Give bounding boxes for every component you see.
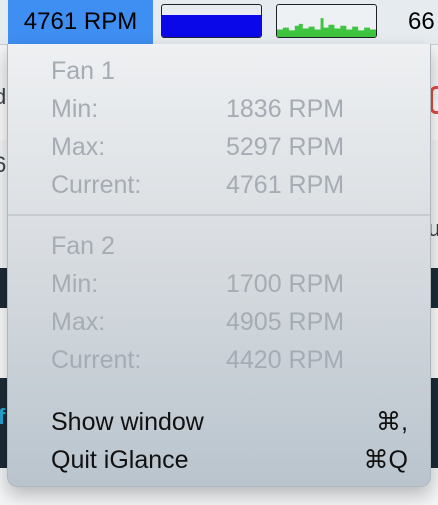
menu-item-label: Quit iGlance [51, 445, 189, 474]
current-label: Current: [51, 345, 142, 374]
max-label: Max: [51, 307, 106, 336]
max-value: 4905 RPM [226, 307, 345, 336]
fan-dropdown-menu: Fan 1 Min: 1836 RPM Max: 5297 RPM Curren… [7, 44, 431, 487]
network-graph-icon [277, 18, 376, 37]
fan-1-title: Fan 1 [51, 52, 410, 90]
cpu-usage-meter-fill [162, 15, 261, 37]
fan-1-min-row: Min: 1836 RPM [51, 90, 410, 128]
background-icon-fragment [430, 86, 438, 114]
menu-item-label: Show window [51, 407, 204, 436]
fan-1-current-row: Current: 4761 RPM [51, 166, 410, 204]
fan-2-max-row: Max: 4905 RPM [51, 303, 410, 341]
fan-2-title: Fan 2 [51, 227, 410, 265]
fan-rpm-status-item[interactable]: 4761 RPM [8, 0, 153, 44]
current-label: Current: [51, 170, 142, 199]
background-text-fragment: f [0, 404, 6, 429]
min-label: Min: [51, 269, 99, 298]
keyboard-shortcut: ⌘, [376, 408, 408, 436]
menu-separator [8, 214, 430, 216]
min-value: 1700 RPM [226, 269, 345, 298]
current-value: 4420 RPM [226, 345, 345, 374]
fan-title-text: Fan 1 [51, 56, 115, 85]
fan-title-text: Fan 2 [51, 231, 115, 260]
menu-separator [8, 390, 430, 392]
keyboard-shortcut: ⌘Q [363, 446, 408, 474]
next-status-item[interactable]: 66 [408, 0, 435, 44]
max-value: 5297 RPM [226, 132, 345, 161]
background-text-fragment: 6 [0, 152, 7, 177]
fan-1-max-row: Max: 5297 RPM [51, 128, 410, 166]
cpu-usage-meter[interactable] [161, 4, 262, 38]
quit-iglance-menu-item[interactable]: Quit iGlance ⌘Q [51, 441, 408, 479]
min-value: 1836 RPM [226, 94, 345, 123]
show-window-menu-item[interactable]: Show window ⌘, [51, 403, 408, 441]
network-graph-meter[interactable] [276, 4, 377, 38]
min-label: Min: [51, 94, 99, 123]
fan-2-current-row: Current: 4420 RPM [51, 341, 410, 379]
menu-bar: 4761 RPM 66 [0, 0, 438, 45]
current-value: 4761 RPM [226, 170, 345, 199]
max-label: Max: [51, 132, 106, 161]
background-text-fragment: d [0, 84, 7, 109]
fan-2-min-row: Min: 1700 RPM [51, 265, 410, 303]
